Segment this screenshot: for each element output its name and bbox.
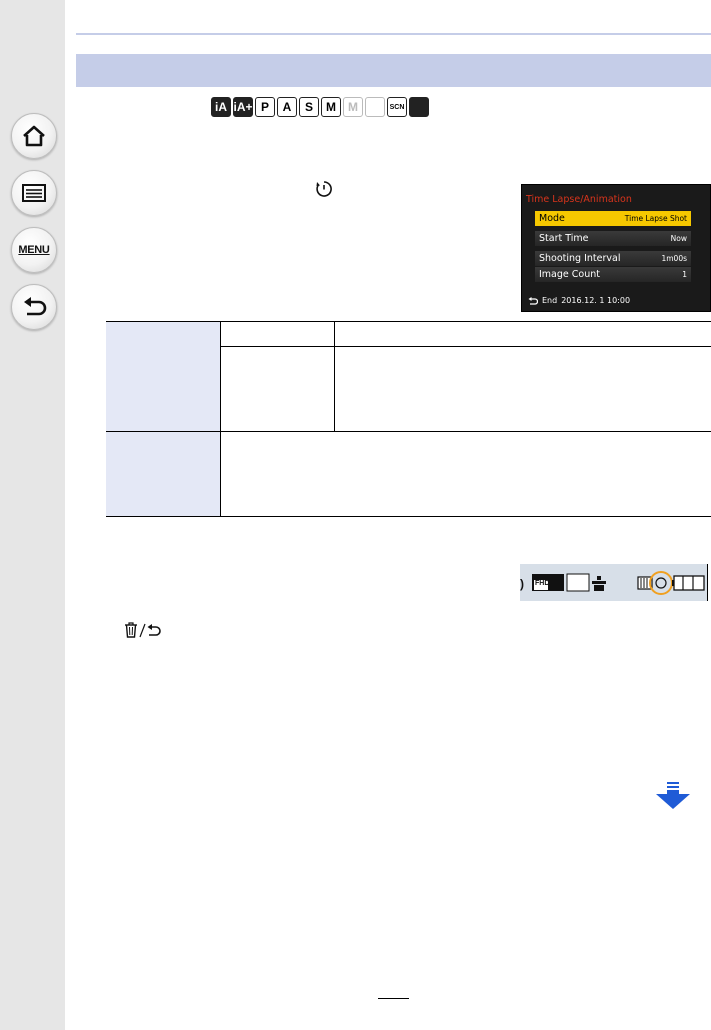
return-icon	[24, 297, 47, 316]
status-strip-edge	[707, 564, 708, 601]
creative-control-icon	[409, 97, 429, 117]
intelligent-auto-icon: iA	[211, 97, 231, 117]
menu-row-start-time[interactable]: Start Time Now	[535, 231, 691, 246]
return-icon	[528, 296, 538, 305]
row-label: Start Time	[539, 233, 589, 244]
row-value: Now	[670, 234, 687, 243]
table-rule	[106, 321, 711, 322]
row-value: 1	[682, 270, 687, 279]
continue-down-arrow-icon[interactable]	[656, 782, 690, 810]
page-number-rule	[378, 998, 409, 999]
applicable-modes: iA iA+ P A S M M SCN	[211, 96, 429, 118]
table-header-column	[106, 321, 220, 517]
delete-return-button-icon	[124, 622, 161, 638]
fhd-label: FHD	[535, 580, 550, 587]
footer-label: End	[542, 296, 558, 305]
section-title-bar	[76, 54, 711, 87]
row-value: 1m00s	[661, 254, 687, 263]
menu-row-image-count[interactable]: Image Count 1	[535, 267, 691, 282]
header-rule	[76, 33, 711, 35]
row-label: Shooting Interval	[539, 253, 621, 264]
menu-label: MENU	[18, 244, 50, 256]
row-label: Image Count	[539, 269, 600, 280]
slash-icon	[139, 623, 146, 638]
sidebar: MENU	[0, 0, 65, 1030]
menu-row-shooting-interval[interactable]: Shooting Interval 1m00s	[535, 251, 691, 266]
home-icon	[23, 125, 45, 147]
table-rule	[106, 516, 711, 517]
shutter-priority-icon: S	[299, 97, 319, 117]
recording-status-screen: ) FHD	[520, 564, 707, 601]
contents-button[interactable]	[11, 170, 57, 216]
trash-icon	[125, 622, 137, 638]
intelligent-auto-plus-icon: iA+	[233, 97, 253, 117]
time-lapse-icon	[316, 181, 332, 197]
row-value: Time Lapse Shot	[624, 214, 687, 223]
menu-row-mode[interactable]: Mode Time Lapse Shot	[535, 211, 691, 226]
camera-menu-screen: Time Lapse/Animation Mode Time Lapse Sho…	[521, 184, 711, 312]
manual-mode-icon: M	[321, 97, 341, 117]
settings-table	[106, 321, 711, 517]
table-divider	[334, 321, 335, 431]
table-rule	[106, 431, 711, 432]
table-divider	[220, 321, 221, 517]
menu-button[interactable]: MENU	[11, 227, 57, 273]
home-button[interactable]	[11, 113, 57, 159]
creative-video-icon: M	[343, 97, 363, 117]
program-mode-icon: P	[255, 97, 275, 117]
panorama-icon	[365, 97, 385, 117]
footer-datetime: 2016.12. 1 10:00	[561, 296, 631, 305]
table-rule	[220, 346, 711, 347]
list-icon	[22, 184, 46, 202]
scene-mode-icon: SCN	[387, 97, 407, 117]
aperture-priority-icon: A	[277, 97, 297, 117]
screen-title: Time Lapse/Animation	[526, 194, 632, 205]
back-button[interactable]	[11, 284, 57, 330]
return-icon	[147, 624, 161, 636]
screen-footer: End 2016.12. 1 10:00	[528, 296, 630, 305]
svg-text:): )	[520, 577, 524, 591]
row-label: Mode	[539, 213, 565, 224]
